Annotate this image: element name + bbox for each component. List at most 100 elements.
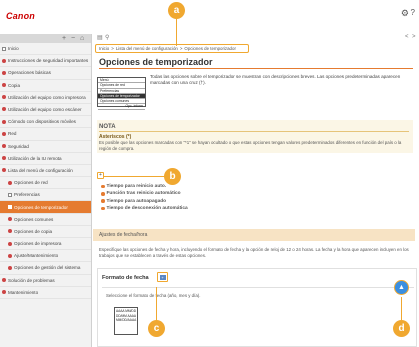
section-link-label: Tiempo para autoapagado: [106, 198, 167, 204]
expand-icon[interactable]: [8, 229, 12, 234]
expand-icon[interactable]: [8, 217, 12, 222]
sidebar-item-label: Opciones de impresora: [14, 241, 62, 247]
expand-icon[interactable]: [2, 278, 6, 283]
expand-icon[interactable]: [2, 290, 6, 295]
sidebar: + − ⌂ Inicio Instrucciones de seguridad i…: [0, 34, 92, 347]
breadcrumb-separator: >: [111, 46, 114, 51]
expand-icon[interactable]: [2, 131, 6, 136]
expand-icon[interactable]: [8, 253, 12, 258]
next-page-button[interactable]: >: [412, 34, 416, 40]
sidebar-item-label: Opciones de copia: [14, 228, 53, 234]
date-format-option: MM/DD/AAAA: [116, 318, 137, 322]
bullet-icon: [101, 192, 105, 196]
sidebar-item[interactable]: Opciones de gestión del sistema: [0, 262, 91, 275]
date-format-option: AAAA MM/DD: [116, 309, 137, 313]
expand-icon[interactable]: [8, 180, 12, 185]
collapse-icon[interactable]: [2, 168, 6, 173]
breadcrumb-parent[interactable]: Lista del menú de configuración: [116, 46, 178, 51]
sidebar-item-label: Opciones de gestión del sistema: [14, 265, 81, 271]
search-icon[interactable]: ⚲: [105, 34, 109, 41]
expand-icon[interactable]: [2, 119, 6, 124]
sidebar-item[interactable]: Instrucciones de seguridad importantes: [0, 55, 91, 68]
sidebar-item[interactable]: Seguridad: [0, 141, 91, 153]
collapse-all-button[interactable]: −: [71, 34, 75, 43]
expand-all-button[interactable]: +: [62, 34, 66, 43]
page-icon[interactable]: [8, 204, 12, 209]
home-icon[interactable]: ⌂: [80, 34, 84, 43]
sidebar-item-label: Copia: [8, 82, 21, 88]
note-text: Es posible que las opciones marcadas con…: [99, 140, 402, 151]
main-content: ▤ ⚲ < > Inicio > Lista del menú de confi…: [93, 34, 419, 347]
sidebar-item[interactable]: Opciones de red: [0, 177, 91, 190]
sidebar-item-label: Utilización del equipo como escáner: [8, 107, 82, 113]
page-icon[interactable]: [8, 192, 12, 197]
sidebar-toolbar: + − ⌂: [0, 34, 91, 43]
sidebar-item[interactable]: Lista del menú de configuración: [0, 165, 91, 178]
section-link[interactable]: Tiempo para autoapagado: [101, 198, 188, 205]
section-link[interactable]: Tiempo de desconexión automática: [101, 205, 188, 212]
note-heading: NOTA: [99, 124, 116, 130]
subsection-divider: [102, 287, 414, 288]
callout-leader: [401, 297, 402, 320]
expand-icon[interactable]: [2, 70, 6, 75]
section-header[interactable]: Ajustes de fecha/hora: [93, 229, 415, 241]
sidebar-item[interactable]: Opciones comunes: [0, 214, 91, 226]
expand-icon[interactable]: [2, 107, 6, 112]
expand-icon[interactable]: [2, 58, 6, 63]
sidebar-item[interactable]: Red: [0, 128, 91, 141]
sidebar-item-label: Cómodo con dispositivos móviles: [8, 119, 76, 125]
sidebar-item[interactable]: Ajuste/Mantenimiento: [0, 250, 91, 263]
section-links: Tiempo para reinicio auto. Función tras …: [101, 183, 188, 212]
sidebar-item[interactable]: Opciones de impresora: [0, 238, 91, 251]
content-toolbar: ▤ ⚲ < >: [93, 34, 419, 42]
subsection-title[interactable]: Formato de fecha: [102, 275, 149, 281]
sidebar-item-label: Opciones comunes: [14, 216, 54, 222]
bullet-icon: [101, 199, 105, 203]
sidebar-item[interactable]: Preferencias: [0, 189, 91, 202]
sidebar-item[interactable]: Opciones de temporizador: [0, 201, 91, 214]
prev-page-button[interactable]: <: [405, 34, 409, 40]
sidebar-item[interactable]: Copia: [0, 80, 91, 92]
expand-subsection-icon[interactable]: +: [157, 272, 168, 282]
help-icon[interactable]: ?: [411, 8, 415, 17]
expand-icon[interactable]: [2, 156, 6, 161]
sidebar-nav: Inicio Instrucciones de seguridad importa…: [0, 43, 91, 299]
section-link[interactable]: Función tras reinicio automático: [101, 190, 188, 197]
sidebar-item[interactable]: Mantenimiento: [0, 287, 91, 299]
callout-c: c: [148, 320, 165, 337]
page-icon[interactable]: [2, 46, 6, 51]
section-link-label: Tiempo de desconexión automática: [106, 206, 188, 212]
sidebar-item[interactable]: Operaciones básicas: [0, 67, 91, 80]
sidebar-item[interactable]: Utilización del equipo como escáner: [0, 104, 91, 117]
sidebar-item-label: Seguridad: [8, 143, 29, 149]
expand-icon[interactable]: [2, 83, 6, 88]
callout-d: d: [393, 320, 410, 337]
menu-screen-sample: Menú Opciones de red Preferencias Opcion…: [97, 77, 146, 110]
page-top-button[interactable]: ▲: [394, 280, 409, 295]
breadcrumb-home[interactable]: Inicio: [99, 46, 109, 51]
sidebar-item[interactable]: Utilización del equipo como impresora: [0, 92, 91, 104]
callout-leader: [156, 287, 157, 321]
sidebar-item[interactable]: Inicio: [0, 43, 91, 56]
section-link-label: Función tras reinicio automático: [106, 191, 181, 197]
sidebar-item[interactable]: Opciones de copia: [0, 226, 91, 238]
expand-icon[interactable]: [2, 95, 6, 100]
sidebar-item[interactable]: Utilización de la IU remota: [0, 153, 91, 165]
sidebar-item[interactable]: Cómodo con dispositivos móviles: [0, 116, 91, 129]
subsection-prompt: Seleccione el formato de fecha (año, mes…: [106, 293, 201, 298]
callout-b: b: [164, 168, 181, 185]
expand-icon[interactable]: [8, 241, 12, 246]
gear-icon[interactable]: ⚙: [401, 8, 409, 19]
menu-sample-footer: Opc. inform: [98, 104, 145, 110]
date-format-panel: Formato de fecha + Seleccione el formato…: [97, 268, 417, 347]
expand-icon[interactable]: [8, 265, 12, 270]
note-divider: [99, 131, 409, 132]
sidebar-item-label: Lista del menú de configuración: [8, 167, 73, 173]
sidebar-item-label: Instrucciones de seguridad importantes: [8, 58, 89, 64]
title-divider: [99, 68, 413, 69]
expand-icon[interactable]: [2, 144, 6, 148]
page-title: Opciones de temporizador: [99, 57, 213, 67]
sidebar-item[interactable]: Solución de problemas: [0, 275, 91, 287]
section-link-label: Tiempo para reinicio auto.: [106, 184, 167, 190]
print-icon[interactable]: ▤: [97, 34, 103, 41]
